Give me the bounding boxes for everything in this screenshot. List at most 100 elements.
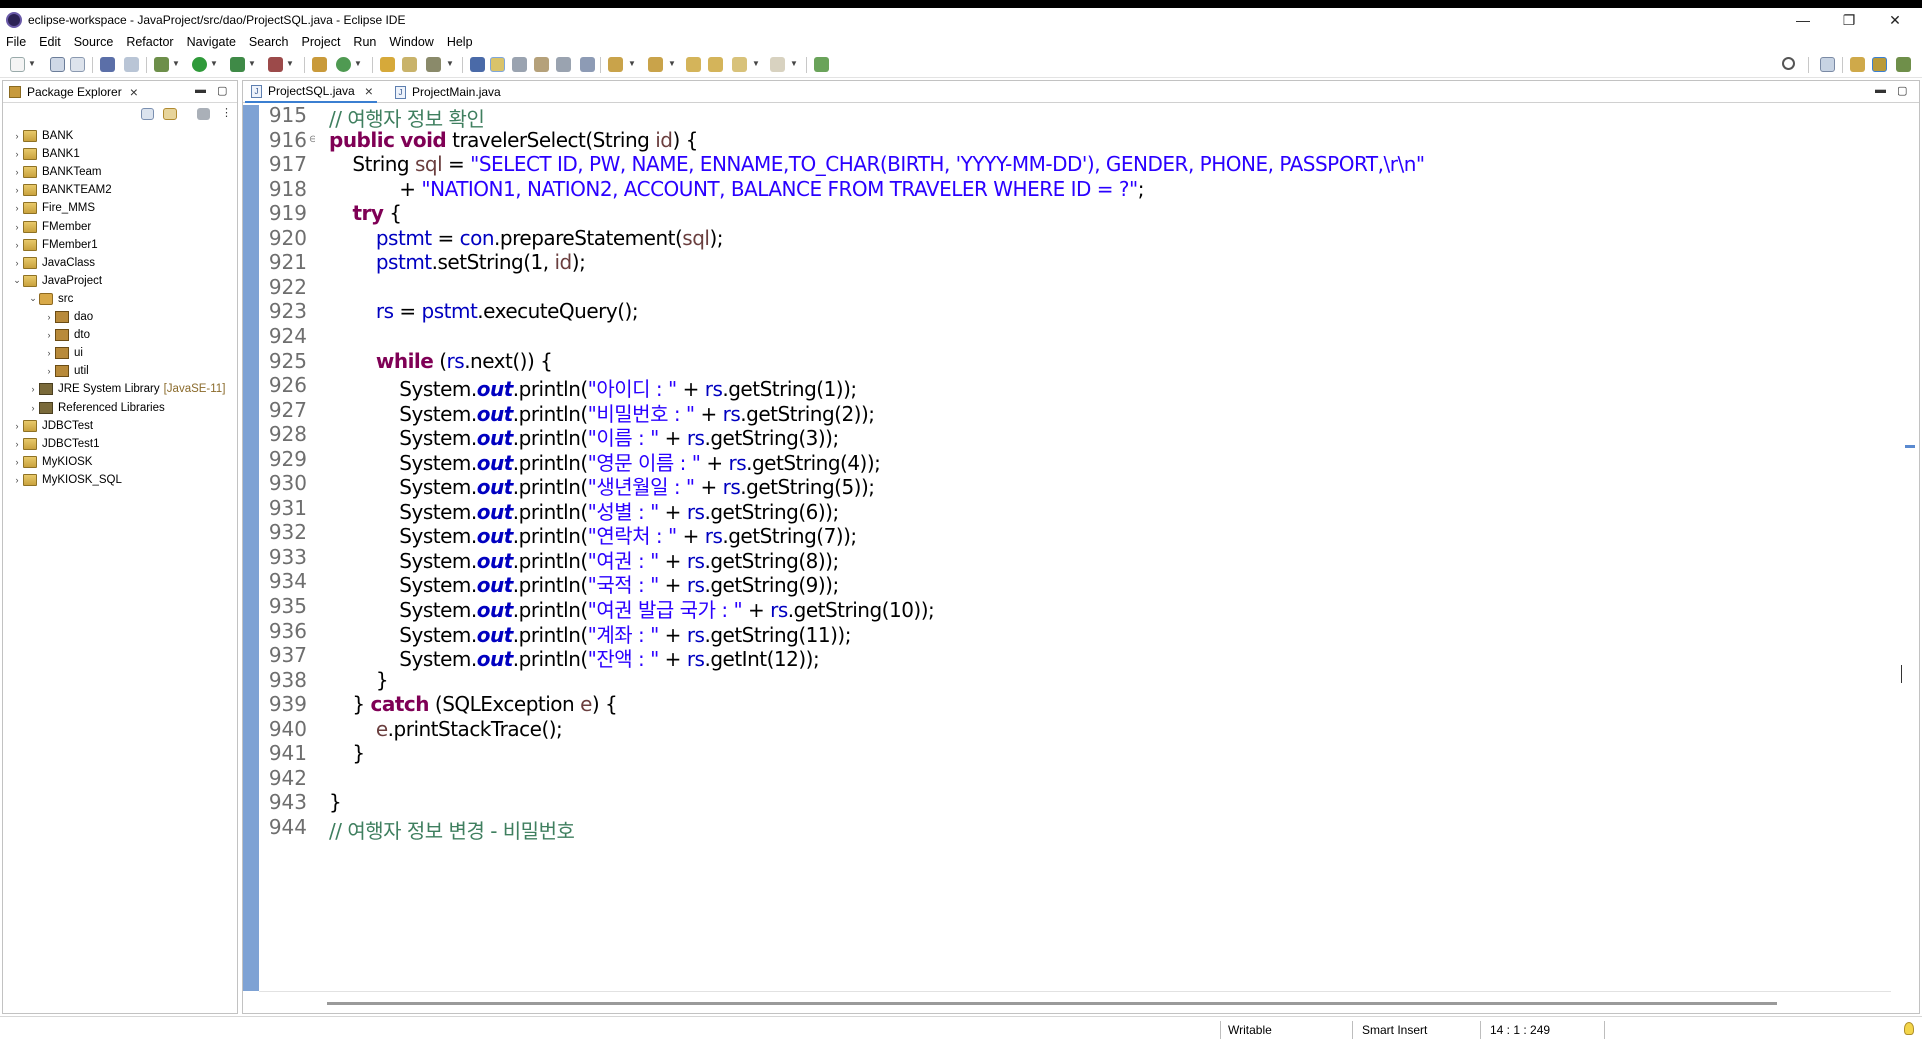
- maximize-view-icon[interactable]: ▢: [217, 84, 227, 97]
- tree-item[interactable]: › ui: [43, 344, 83, 362]
- new-java-class-icon[interactable]: [336, 57, 351, 72]
- tree-item[interactable]: › BANKTeam: [11, 163, 101, 181]
- expand-arrow-icon[interactable]: ›: [11, 203, 23, 213]
- search-icon[interactable]: [1782, 57, 1795, 70]
- expand-arrow-icon[interactable]: ›: [11, 131, 23, 141]
- horizontal-scroll-thumb[interactable]: [327, 1002, 1777, 1005]
- show-paragraph-icon[interactable]: [580, 57, 595, 72]
- focus-on-active-task-icon[interactable]: [197, 108, 210, 120]
- code-line[interactable]: public void travelerSelect(String id) {: [329, 128, 698, 152]
- expand-arrow-icon[interactable]: ›: [11, 167, 23, 177]
- menu-source[interactable]: Source: [74, 35, 114, 49]
- code-line[interactable]: // 여행자 정보 변경 - 비밀번호: [329, 815, 575, 844]
- open-perspective-icon[interactable]: [1820, 57, 1835, 72]
- run-icon[interactable]: [192, 57, 207, 72]
- java-perspective-icon[interactable]: [1872, 57, 1887, 72]
- expand-arrow-icon[interactable]: ›: [11, 475, 23, 485]
- expand-arrow-icon[interactable]: ›: [43, 312, 55, 322]
- tree-item[interactable]: › dto: [43, 326, 90, 344]
- menu-window[interactable]: Window: [389, 35, 433, 49]
- minimize-view-icon[interactable]: ▬: [195, 84, 206, 96]
- previous-annotation-icon[interactable]: [648, 57, 663, 72]
- previous-annotation-dropdown-arrow-icon[interactable]: ▼: [668, 59, 676, 68]
- menu-search[interactable]: Search: [249, 35, 289, 49]
- coverage-icon[interactable]: [230, 57, 245, 72]
- tree-item[interactable]: › BANK: [11, 127, 73, 145]
- code-line[interactable]: }: [329, 790, 342, 814]
- minimize-editor-icon[interactable]: ▬: [1875, 84, 1886, 96]
- code-line[interactable]: String sql = "SELECT ID, PW, NAME, ENNAM…: [329, 152, 1425, 176]
- forward-icon[interactable]: [770, 57, 785, 72]
- next-annotation-dropdown-arrow-icon[interactable]: ▼: [628, 59, 636, 68]
- collapse-all-icon[interactable]: [141, 108, 154, 120]
- new-dropdown-arrow-icon[interactable]: ▼: [28, 59, 36, 68]
- back-icon[interactable]: [732, 57, 747, 72]
- tree-item[interactable]: › JavaClass: [11, 254, 95, 272]
- new-class-dropdown-arrow-icon[interactable]: ▼: [354, 59, 362, 68]
- debug-perspective-icon[interactable]: [1896, 57, 1911, 72]
- code-line[interactable]: + "NATION1, NATION2, ACCOUNT, BALANCE FR…: [329, 177, 1144, 201]
- tab-projectsql-java[interactable]: J ProjectSQL.java ×: [245, 81, 377, 103]
- tree-item[interactable]: › JDBCTest1: [11, 435, 100, 453]
- code-line[interactable]: }: [329, 668, 389, 692]
- code-line[interactable]: System.out.println("잔액 : " + rs.getInt(1…: [329, 643, 819, 672]
- tree-item[interactable]: › JRE System Library [JavaSE-11]: [27, 380, 225, 398]
- tab-package-explorer[interactable]: Package Explorer ×: [3, 81, 145, 103]
- expand-arrow-icon[interactable]: ›: [11, 439, 23, 449]
- status-insert-mode[interactable]: Smart Insert: [1362, 1023, 1427, 1037]
- tree-item[interactable]: › Fire_MMS: [11, 199, 95, 217]
- java-ee-perspective-icon[interactable]: [1850, 57, 1865, 72]
- code-line[interactable]: rs = pstmt.executeQuery();: [329, 299, 639, 323]
- collapse-arrow-icon[interactable]: ⌄: [11, 275, 23, 286]
- forward-history-icon[interactable]: [708, 57, 723, 72]
- tree-item[interactable]: ⌄ JavaProject: [11, 272, 102, 290]
- tree-item[interactable]: › dao: [43, 308, 93, 326]
- toggle-ant-editor-icon[interactable]: [470, 57, 485, 72]
- tab-projectmain-java[interactable]: J ProjectMain.java: [389, 81, 529, 103]
- tree-item[interactable]: › Referenced Libraries: [27, 399, 165, 417]
- external-tools-dropdown-arrow-icon[interactable]: ▼: [286, 59, 294, 68]
- save-all-icon[interactable]: [70, 57, 85, 72]
- code-line[interactable]: } catch (SQLException e) {: [329, 692, 617, 716]
- code-line[interactable]: while (rs.next()) {: [329, 349, 553, 373]
- coverage-dropdown-arrow-icon[interactable]: ▼: [248, 59, 256, 68]
- code-line[interactable]: pstmt = con.prepareStatement(sql);: [329, 226, 724, 250]
- menu-project[interactable]: Project: [302, 35, 341, 49]
- menu-refactor[interactable]: Refactor: [126, 35, 173, 49]
- view-menu-icon[interactable]: ⋮: [221, 106, 232, 119]
- close-tab-icon[interactable]: ×: [365, 83, 373, 99]
- horizontal-scrollbar[interactable]: [259, 991, 1891, 1013]
- expand-arrow-icon[interactable]: ›: [27, 384, 39, 394]
- code-line[interactable]: try {: [329, 201, 402, 225]
- expand-arrow-icon[interactable]: ›: [11, 421, 23, 431]
- debug-icon[interactable]: [154, 57, 169, 72]
- expand-arrow-icon[interactable]: ›: [11, 222, 23, 232]
- run-dropdown-arrow-icon[interactable]: ▼: [210, 59, 218, 68]
- tree-item[interactable]: › BANK1: [11, 145, 80, 163]
- search-dropdown-arrow-icon[interactable]: ▼: [446, 59, 454, 68]
- tree-item[interactable]: › FMember1: [11, 236, 98, 254]
- next-annotation-icon[interactable]: [608, 57, 623, 72]
- tree-item[interactable]: › BANKTEAM2: [11, 181, 112, 199]
- expand-arrow-icon[interactable]: ›: [11, 457, 23, 467]
- expand-arrow-icon[interactable]: ›: [11, 149, 23, 159]
- open-type-icon[interactable]: [380, 57, 395, 72]
- minimize-button[interactable]: —: [1780, 8, 1826, 32]
- toggle-mark-occurrences-icon[interactable]: [490, 57, 505, 72]
- menu-file[interactable]: File: [6, 35, 26, 49]
- link-with-editor-icon[interactable]: [163, 108, 177, 120]
- external-tools-icon[interactable]: [268, 57, 283, 72]
- expand-arrow-icon[interactable]: ›: [27, 403, 39, 413]
- open-task-icon[interactable]: [402, 57, 417, 72]
- toggle-block-selection-icon[interactable]: [534, 57, 549, 72]
- tree-item[interactable]: › MyKIOSK_SQL: [11, 471, 122, 489]
- overview-ruler[interactable]: [1891, 105, 1919, 991]
- expand-arrow-icon[interactable]: ›: [11, 240, 23, 250]
- code-line[interactable]: pstmt.setString(1, id);: [329, 250, 586, 274]
- menu-run[interactable]: Run: [353, 35, 376, 49]
- last-edit-location-icon[interactable]: [686, 57, 701, 72]
- back-dropdown-arrow-icon[interactable]: ▼: [752, 59, 760, 68]
- tree-item[interactable]: ⌄ src: [27, 290, 73, 308]
- maximize-button[interactable]: ❐: [1826, 8, 1872, 32]
- skip-breakpoints-icon[interactable]: [124, 57, 139, 72]
